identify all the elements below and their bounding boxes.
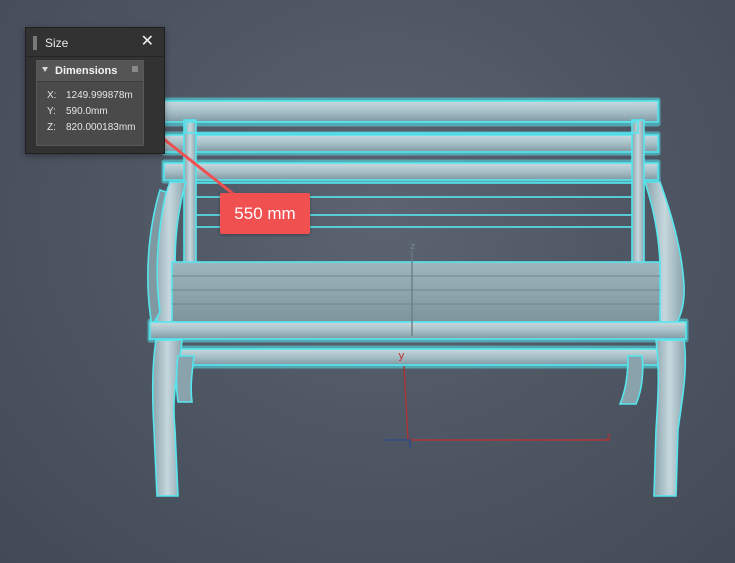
triangle-down-icon[interactable]	[42, 67, 48, 72]
dimension-z: Z: 820.000183mm	[47, 120, 136, 136]
dimension-z-value: 820.000183mm	[66, 122, 136, 133]
dimensions-label: Dimensions	[55, 65, 118, 77]
close-icon[interactable]: ✕	[141, 33, 154, 49]
dimensions-values: X: 1249.999878m Y: 590.0mm Z: 820.000183mm	[47, 88, 136, 136]
dimensions-section: Dimensions X: 1249.999878m Y: 590.0mm Z: 82…	[36, 60, 144, 146]
panel-title: Size	[45, 36, 69, 50]
dimensions-section-header[interactable]: Dimensions	[37, 61, 143, 82]
size-panel[interactable]: Size ✕ Dimensions X: 1249.999878m Y: 590.0…	[25, 27, 165, 154]
dimension-y-label: Y:	[47, 106, 56, 117]
gizmo-y-axis-label: y	[398, 349, 405, 362]
dimension-x-label: X:	[47, 90, 57, 101]
dimension-y-value: 590.0mm	[66, 106, 108, 117]
dimension-y: Y: 590.0mm	[47, 104, 136, 120]
dimension-x-value: 1249.999878m	[66, 90, 133, 101]
grip-icon[interactable]	[33, 36, 37, 50]
bench-seat	[149, 261, 687, 366]
gizmo-z-axis-label: z	[410, 242, 416, 252]
gizmo-x-axis-label: z	[606, 432, 612, 442]
dimension-z-label: Z:	[47, 122, 56, 133]
measurement-callout: 550 mm	[220, 193, 310, 234]
section-grip-icon[interactable]	[132, 66, 138, 72]
dimension-x: X: 1249.999878m	[47, 88, 136, 104]
size-panel-header[interactable]: Size ✕	[26, 28, 164, 57]
3d-viewport[interactable]: z y z 550 mm Size ✕ Dimensions X: 1249.99…	[0, 0, 735, 563]
